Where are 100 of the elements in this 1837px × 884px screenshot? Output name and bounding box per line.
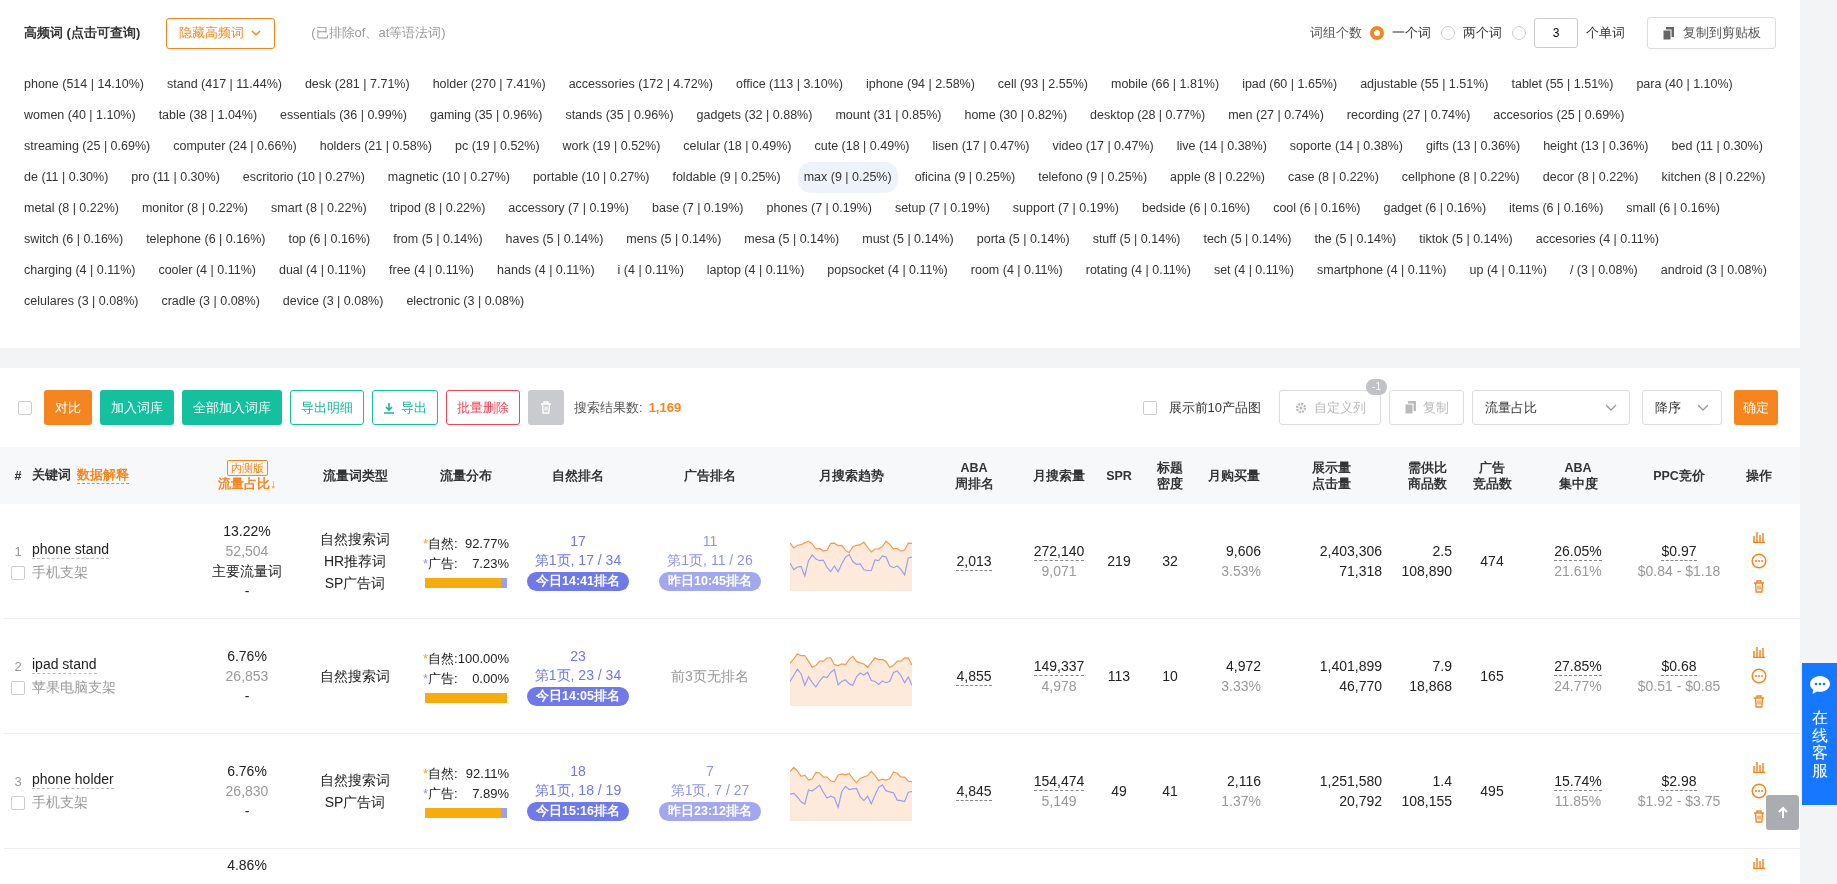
keyword-tag[interactable]: work (19 | 0.52%) xyxy=(556,131,667,162)
back-to-top-button[interactable] xyxy=(1766,795,1799,830)
keyword-tag[interactable]: essentials (36 | 0.99%) xyxy=(274,100,414,131)
keyword-tag[interactable]: portable (10 | 0.27%) xyxy=(526,162,656,193)
keyword-tag[interactable]: accesorios (25 | 0.69%) xyxy=(1487,100,1631,131)
keyword-tag[interactable]: tech (5 | 0.14%) xyxy=(1197,224,1298,255)
keyword-tag[interactable]: cooler (4 | 0.11%) xyxy=(152,255,262,286)
keyword-tag[interactable]: smart (8 | 0.22%) xyxy=(265,193,373,224)
keyword-tag[interactable]: cellphone (8 | 0.22%) xyxy=(1395,162,1526,193)
keyword-tag[interactable]: men (27 | 0.74%) xyxy=(1222,100,1330,131)
keyword-tag[interactable]: computer (24 | 0.66%) xyxy=(167,131,303,162)
trash-icon[interactable] xyxy=(1752,578,1766,594)
keyword-tag[interactable]: recording (27 | 0.74%) xyxy=(1340,100,1477,131)
keyword-tag[interactable]: mens (5 | 0.14%) xyxy=(620,224,728,255)
keyword-tag[interactable]: charging (4 | 0.11%) xyxy=(18,255,142,286)
support-tab[interactable]: 在线客服 xyxy=(1802,663,1837,805)
keyword-tag[interactable]: dual (4 | 0.11%) xyxy=(272,255,373,286)
keyword-tag[interactable]: holder (270 | 7.41%) xyxy=(426,69,552,100)
more-icon[interactable] xyxy=(1751,552,1767,569)
keyword-tag[interactable]: android (3 | 0.08%) xyxy=(1654,255,1773,286)
keyword-tag[interactable]: iphone (94 | 2.58%) xyxy=(860,69,981,100)
keyword-tag[interactable]: streaming (25 | 0.69%) xyxy=(18,131,157,162)
keyword-tag[interactable]: case (8 | 0.22%) xyxy=(1282,162,1385,193)
keyword-tag[interactable]: cool (6 | 0.16%) xyxy=(1267,193,1367,224)
keyword-tag[interactable]: popsocket (4 | 0.11%) xyxy=(821,255,954,286)
keyword-link[interactable]: phone stand xyxy=(32,540,110,559)
keyword-tag[interactable]: tiktok (5 | 0.14%) xyxy=(1413,224,1519,255)
keyword-tag[interactable]: escritorio (10 | 0.27%) xyxy=(236,162,371,193)
keyword-tag[interactable]: support (7 | 0.19%) xyxy=(1006,193,1125,224)
trash-icon[interactable] xyxy=(1752,693,1766,709)
keyword-tag[interactable]: mount (31 | 0.85%) xyxy=(829,100,948,131)
keyword-tag[interactable]: cell (93 | 2.55%) xyxy=(991,69,1094,100)
checkbox[interactable] xyxy=(1142,400,1157,415)
row-checkbox[interactable] xyxy=(11,796,25,810)
keyword-tag[interactable]: phone (514 | 14.10%) xyxy=(18,69,150,100)
keyword-tag[interactable]: room (4 | 0.11%) xyxy=(964,255,1069,286)
keyword-tag[interactable]: electronic (3 | 0.08%) xyxy=(400,286,531,317)
keyword-tag[interactable]: gifts (13 | 0.36%) xyxy=(1419,131,1527,162)
keyword-tag[interactable]: gadgets (32 | 0.88%) xyxy=(690,100,819,131)
keyword-tag[interactable]: lisen (17 | 0.47%) xyxy=(926,131,1036,162)
keyword-tag[interactable]: max (9 | 0.25%) xyxy=(797,162,898,193)
sort-field-select[interactable]: 流量占比 xyxy=(1472,390,1630,425)
keyword-tag[interactable]: stands (35 | 0.96%) xyxy=(559,100,680,131)
keyword-tag[interactable]: de (11 | 0.30%) xyxy=(18,162,115,193)
delete-button[interactable] xyxy=(528,390,564,425)
keyword-tag[interactable]: switch (6 | 0.16%) xyxy=(18,224,130,255)
keyword-tag[interactable]: tripod (8 | 0.22%) xyxy=(383,193,492,224)
radio-button[interactable] xyxy=(1512,26,1526,40)
keyword-tag[interactable]: mesa (5 | 0.14%) xyxy=(738,224,846,255)
keyword-tag[interactable]: decor (8 | 0.22%) xyxy=(1536,162,1645,193)
keyword-tag[interactable]: bed (11 | 0.30%) xyxy=(1665,131,1769,162)
keyword-tag[interactable]: hands (4 | 0.11%) xyxy=(491,255,601,286)
keyword-tag[interactable]: i (4 | 0.11%) xyxy=(611,255,690,286)
more-icon[interactable] xyxy=(1751,782,1767,799)
keyword-tag[interactable]: smartphone (4 | 0.11%) xyxy=(1311,255,1453,286)
keyword-tag[interactable]: oficina (9 | 0.25%) xyxy=(908,162,1022,193)
keyword-tag[interactable]: pc (19 | 0.52%) xyxy=(449,131,546,162)
keyword-tag[interactable]: desktop (28 | 0.77%) xyxy=(1084,100,1212,131)
keyword-tag[interactable]: women (40 | 1.10%) xyxy=(18,100,142,131)
keyword-tag[interactable]: rotating (4 | 0.11%) xyxy=(1079,255,1197,286)
keyword-tag[interactable]: apple (8 | 0.22%) xyxy=(1164,162,1272,193)
keyword-tag[interactable]: desk (281 | 7.71%) xyxy=(298,69,416,100)
keyword-tag[interactable]: tablet (55 | 1.51%) xyxy=(1505,69,1620,100)
keyword-tag[interactable]: porta (5 | 0.14%) xyxy=(970,224,1076,255)
keyword-tag[interactable]: celulares (3 | 0.08%) xyxy=(18,286,145,317)
word-count-input[interactable]: 3 xyxy=(1534,18,1578,48)
keyword-tag[interactable]: must (5 | 0.14%) xyxy=(856,224,960,255)
keyword-link[interactable]: ipad stand xyxy=(32,655,97,674)
select-all-checkbox[interactable] xyxy=(18,400,32,415)
keyword-tag[interactable]: up (4 | 0.11%) xyxy=(1463,255,1553,286)
keyword-tag[interactable]: live (14 | 0.38%) xyxy=(1170,131,1273,162)
trash-icon[interactable] xyxy=(1752,808,1766,824)
keyword-tag[interactable]: monitor (8 | 0.22%) xyxy=(135,193,255,224)
keyword-tag[interactable]: office (113 | 3.10%) xyxy=(729,69,849,100)
keyword-tag[interactable]: home (30 | 0.82%) xyxy=(958,100,1074,131)
keyword-tag[interactable]: haves (5 | 0.14%) xyxy=(499,224,610,255)
keyword-tag[interactable]: video (17 | 0.47%) xyxy=(1046,131,1160,162)
keyword-tag[interactable]: free (4 | 0.11%) xyxy=(383,255,481,286)
keyword-tag[interactable]: stuff (5 | 0.14%) xyxy=(1086,224,1187,255)
keyword-tag[interactable]: the (5 | 0.14%) xyxy=(1308,224,1403,255)
more-icon[interactable] xyxy=(1751,667,1767,684)
keyword-tag[interactable]: magnetic (10 | 0.27%) xyxy=(381,162,516,193)
keyword-tag[interactable]: gaming (35 | 0.96%) xyxy=(424,100,549,131)
keyword-tag[interactable]: accessory (7 | 0.19%) xyxy=(502,193,635,224)
keyword-tag[interactable]: cradle (3 | 0.08%) xyxy=(155,286,266,317)
keyword-tag[interactable]: ipad (60 | 1.65%) xyxy=(1236,69,1344,100)
copy-button[interactable]: 复制到剪贴板 xyxy=(1647,17,1776,49)
keyword-tag[interactable]: pro (11 | 0.30%) xyxy=(125,162,226,193)
keyword-tag[interactable]: mobile (66 | 1.81%) xyxy=(1104,69,1226,100)
keyword-tag[interactable]: set (4 | 0.11%) xyxy=(1207,255,1301,286)
sort-order-select[interactable]: 降序 xyxy=(1642,390,1722,425)
keyword-tag[interactable]: stand (417 | 11.44%) xyxy=(161,69,288,100)
keyword-tag[interactable]: device (3 | 0.08%) xyxy=(276,286,390,317)
keyword-tag[interactable]: gadget (6 | 0.16%) xyxy=(1377,193,1493,224)
keyword-tag[interactable]: laptop (4 | 0.11%) xyxy=(700,255,811,286)
radio-button[interactable] xyxy=(1370,26,1384,40)
keyword-tag[interactable]: para (40 | 1.10%) xyxy=(1630,69,1739,100)
keyword-tag[interactable]: small (6 | 0.16%) xyxy=(1620,193,1726,224)
keyword-tag[interactable]: telefono (9 | 0.25%) xyxy=(1032,162,1154,193)
keyword-tag[interactable]: setup (7 | 0.19%) xyxy=(888,193,996,224)
